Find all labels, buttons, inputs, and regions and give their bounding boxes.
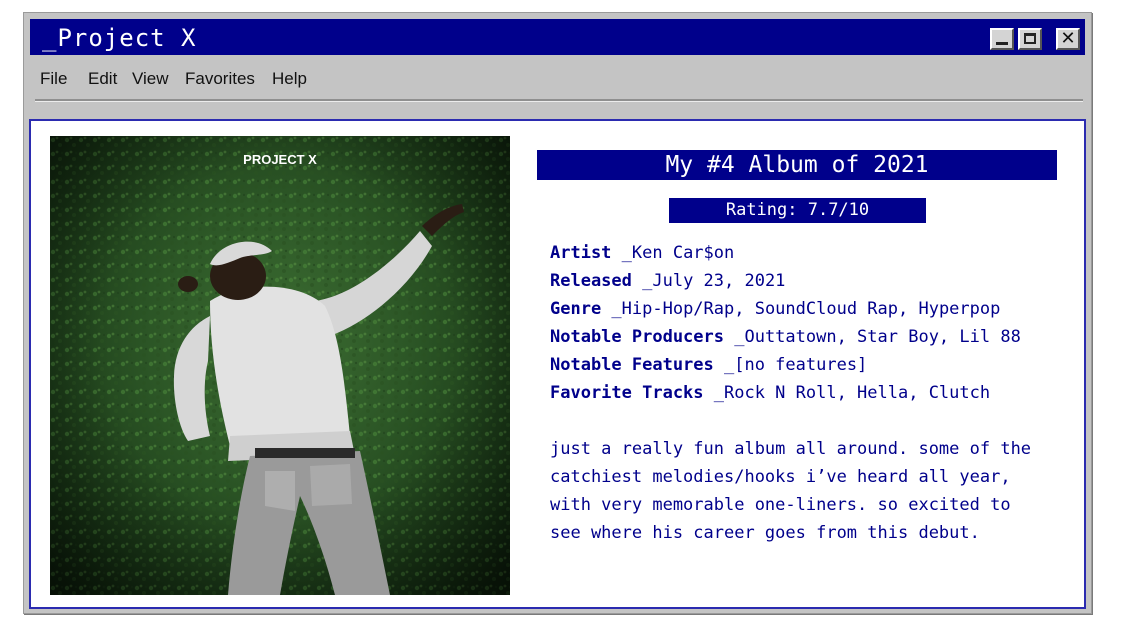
menu-view[interactable]: View xyxy=(132,69,169,89)
detail-favorite-tracks: Favorite Tracks _Rock N Roll, Hella, Clu… xyxy=(550,379,1021,407)
menu-edit[interactable]: Edit xyxy=(88,69,117,89)
detail-label: Released xyxy=(550,271,632,291)
maximize-icon xyxy=(1024,33,1036,44)
review-line: with very memorable one-liners. so excit… xyxy=(550,495,1011,515)
close-icon: ✕ xyxy=(1060,28,1076,49)
window-title: _Project X xyxy=(42,24,197,52)
app-window: _Project X ✕ File Edit View Favorites He… xyxy=(23,12,1092,614)
review-line: see where his career goes from this debu… xyxy=(550,523,980,543)
rating-badge: Rating: 7.7/10 xyxy=(669,198,926,223)
review-line: catchiest melodies/hooks i’ve heard all … xyxy=(550,467,1011,487)
detail-value: _Hip-Hop/Rap, SoundCloud Rap, Hyperpop xyxy=(601,299,1001,319)
detail-label: Artist xyxy=(550,243,612,263)
album-rank-heading: My #4 Album of 2021 xyxy=(537,150,1057,180)
detail-label: Notable Features xyxy=(550,355,714,375)
album-cover-art xyxy=(50,136,510,595)
menu-favorites[interactable]: Favorites xyxy=(185,69,255,89)
detail-released: Released _July 23, 2021 xyxy=(550,267,1021,295)
menu-help[interactable]: Help xyxy=(272,69,307,89)
album-details: Artist _Ken Car$on Released _July 23, 20… xyxy=(550,239,1021,407)
detail-value: _Ken Car$on xyxy=(611,243,735,263)
maximize-button[interactable] xyxy=(1018,28,1042,50)
cover-title-text: PROJECT X xyxy=(243,152,317,167)
detail-artist: Artist _Ken Car$on xyxy=(550,239,1021,267)
detail-producers: Notable Producers _Outtatown, Star Boy, … xyxy=(550,323,1021,351)
review-text: just a really fun album all around. some… xyxy=(550,435,1031,547)
detail-value: _Rock N Roll, Hella, Clutch xyxy=(703,383,991,403)
album-cover: PROJECT X xyxy=(50,136,510,595)
detail-value: _[no features] xyxy=(713,355,868,375)
title-bar[interactable]: _Project X ✕ xyxy=(30,19,1085,55)
detail-features: Notable Features _[no features] xyxy=(550,351,1021,379)
review-line: just a really fun album all around. some… xyxy=(550,439,1032,459)
detail-genre: Genre _Hip-Hop/Rap, SoundCloud Rap, Hype… xyxy=(550,295,1021,323)
minimize-button[interactable] xyxy=(990,28,1014,50)
detail-label: Favorite Tracks xyxy=(550,383,704,403)
detail-value: _Outtatown, Star Boy, Lil 88 xyxy=(724,327,1021,347)
menu-file[interactable]: File xyxy=(40,69,67,89)
close-button[interactable]: ✕ xyxy=(1056,28,1080,50)
content-panel: PROJECT X My #4 Album of 2021 Rating: 7.… xyxy=(29,119,1086,609)
detail-label: Genre xyxy=(550,299,602,319)
detail-label: Notable Producers xyxy=(550,327,724,347)
menu-divider xyxy=(35,99,1083,102)
detail-value: _July 23, 2021 xyxy=(631,271,786,291)
minimize-icon xyxy=(996,42,1008,45)
